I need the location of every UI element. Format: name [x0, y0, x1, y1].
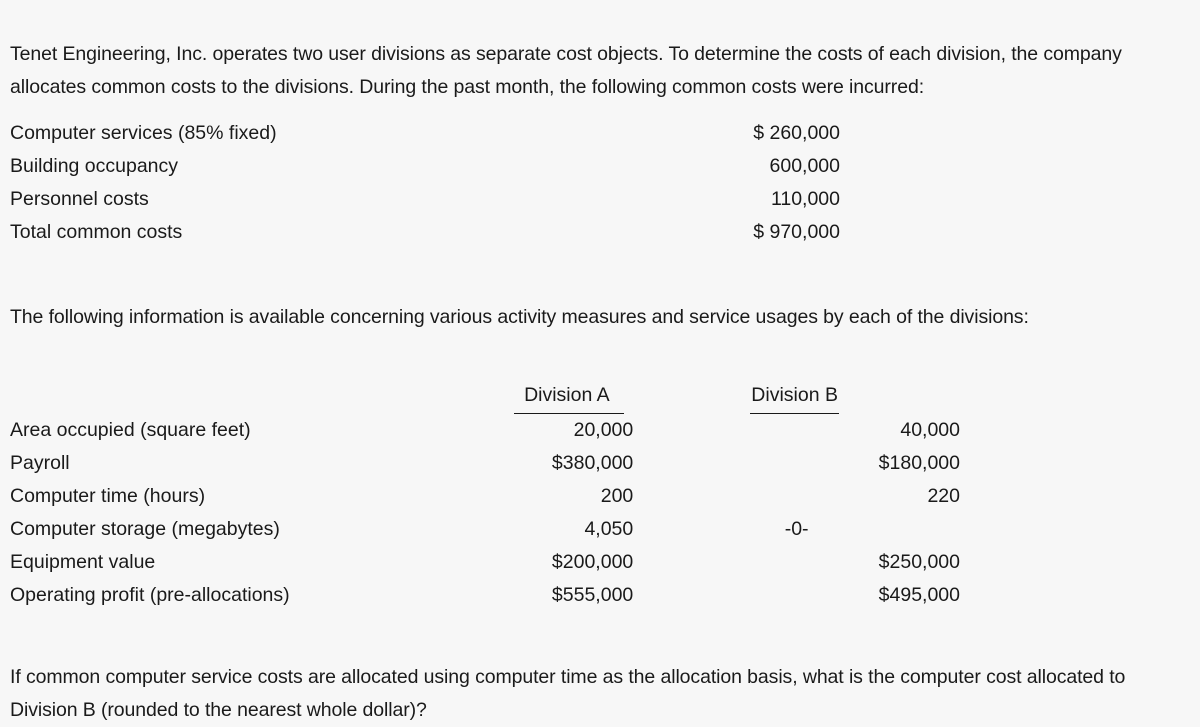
mid-paragraph: The following information is available c…: [10, 305, 1029, 328]
table-header-row: Division A Division B: [10, 379, 960, 414]
cost-total-row: Total common costs $ 970,000: [10, 216, 840, 249]
row-measure: Computer storage (megabytes): [10, 518, 280, 540]
header-division-b-label: Division B: [750, 379, 839, 414]
cost-row: Building occupancy 600,000: [10, 150, 840, 183]
cost-amount: 110,000: [770, 188, 840, 210]
table-row: Computer time (hours) 200 220: [10, 480, 960, 513]
row-division-a: 20,000: [573, 419, 634, 441]
cost-amount: $ 260,000: [753, 122, 840, 144]
common-costs-list: Computer services (85% fixed) $ 260,000 …: [10, 117, 840, 249]
cost-label: Personnel costs: [10, 188, 149, 210]
table-row: Equipment value $200,000 $250,000: [10, 546, 960, 579]
header-measure: [10, 379, 482, 414]
row-division-b: 40,000: [900, 419, 960, 441]
problem-page: Tenet Engineering, Inc. operates two use…: [0, 0, 1200, 721]
cost-label: Building occupancy: [10, 155, 179, 177]
cost-row: Personnel costs 110,000: [10, 183, 840, 216]
header-division-b: Division B: [633, 379, 960, 414]
row-measure: Area occupied (square feet): [10, 419, 251, 441]
row-division-a: $555,000: [551, 584, 634, 606]
row-division-b: $180,000: [878, 452, 960, 474]
row-measure: Operating profit (pre-allocations): [10, 584, 290, 606]
row-division-b: -0-: [784, 518, 809, 540]
cost-amount: $ 970,000: [753, 221, 840, 243]
table-row: Operating profit (pre-allocations) $555,…: [10, 579, 960, 612]
row-measure: Computer time (hours): [10, 485, 206, 507]
row-measure: Equipment value: [10, 551, 156, 573]
row-division-a: $200,000: [551, 551, 634, 573]
cost-label: Computer services (85% fixed): [10, 122, 277, 144]
row-division-b: $495,000: [878, 584, 960, 606]
cost-label: Total common costs: [10, 221, 183, 243]
division-activity-table: Division A Division B Area occupied (squ…: [10, 379, 960, 612]
table-row: Payroll $380,000 $180,000: [10, 447, 960, 480]
row-division-a: 4,050: [584, 518, 634, 540]
header-division-a: Division A: [482, 379, 633, 414]
intro-paragraph: Tenet Engineering, Inc. operates two use…: [10, 42, 1122, 98]
row-measure: Payroll: [10, 452, 70, 474]
table-row: Area occupied (square feet) 20,000 40,00…: [10, 414, 960, 447]
question-paragraph: If common computer service costs are all…: [10, 665, 1126, 721]
cost-row: Computer services (85% fixed) $ 260,000: [10, 117, 840, 150]
row-division-a: 200: [600, 485, 634, 507]
cost-amount: 600,000: [769, 155, 841, 177]
header-division-a-label: Division A: [514, 379, 624, 414]
row-division-a: $380,000: [551, 452, 634, 474]
row-division-b: $250,000: [878, 551, 960, 573]
row-division-b: 220: [927, 485, 960, 507]
table-row: Computer storage (megabytes) 4,050 -0-: [10, 513, 960, 546]
